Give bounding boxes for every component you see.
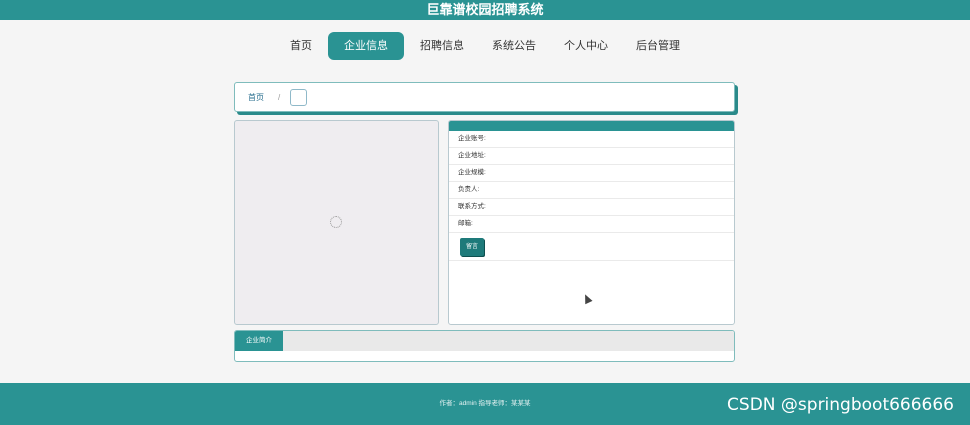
company-image-panel	[234, 120, 439, 325]
intro-tab-bar: 企业简介	[235, 331, 734, 351]
leave-message-button[interactable]: 留言	[460, 238, 484, 256]
page-footer: 作者：admin 指导老师：某某某 CSDN @springboot666666	[0, 383, 970, 425]
details-divider	[449, 260, 734, 261]
nav-item-company-info[interactable]: 企业信息	[328, 32, 404, 60]
breadcrumb-checkbox[interactable]	[290, 88, 308, 106]
field-company-size: 企业规模:	[449, 165, 734, 182]
breadcrumb-home-link[interactable]: 首页	[248, 92, 264, 103]
nav-item-home[interactable]: 首页	[276, 32, 326, 60]
app-title: 巨靠谱校园招聘系统	[426, 2, 544, 17]
field-contact-person: 负责人:	[449, 182, 734, 199]
csdn-watermark: CSDN @springboot666666	[727, 395, 954, 415]
nav-item-recruitment-info[interactable]: 招聘信息	[406, 32, 478, 60]
nav-item-personal-center[interactable]: 个人中心	[550, 32, 622, 60]
details-header-bar	[449, 121, 734, 131]
breadcrumb-separator: /	[278, 92, 281, 102]
company-intro-section: 企业简介	[234, 330, 735, 362]
nav-item-announcements[interactable]: 系统公告	[478, 32, 550, 60]
app-header: 巨靠谱校园招聘系统	[0, 0, 970, 20]
tab-company-intro[interactable]: 企业简介	[235, 331, 283, 351]
field-company-address: 企业地址:	[449, 148, 734, 165]
field-phone: 联系方式:	[449, 199, 734, 216]
nav-item-admin[interactable]: 后台管理	[622, 32, 694, 60]
loading-spinner-icon	[330, 216, 342, 228]
breadcrumb: 首页 /	[234, 82, 735, 112]
company-details-panel: 企业账号: 企业地址: 企业规模: 负责人: 联系方式: 邮箱: 留言	[448, 120, 735, 325]
main-nav: 首页 企业信息 招聘信息 系统公告 个人中心 后台管理	[0, 32, 970, 60]
field-email: 邮箱:	[449, 216, 734, 233]
field-company-account: 企业账号:	[449, 131, 734, 148]
